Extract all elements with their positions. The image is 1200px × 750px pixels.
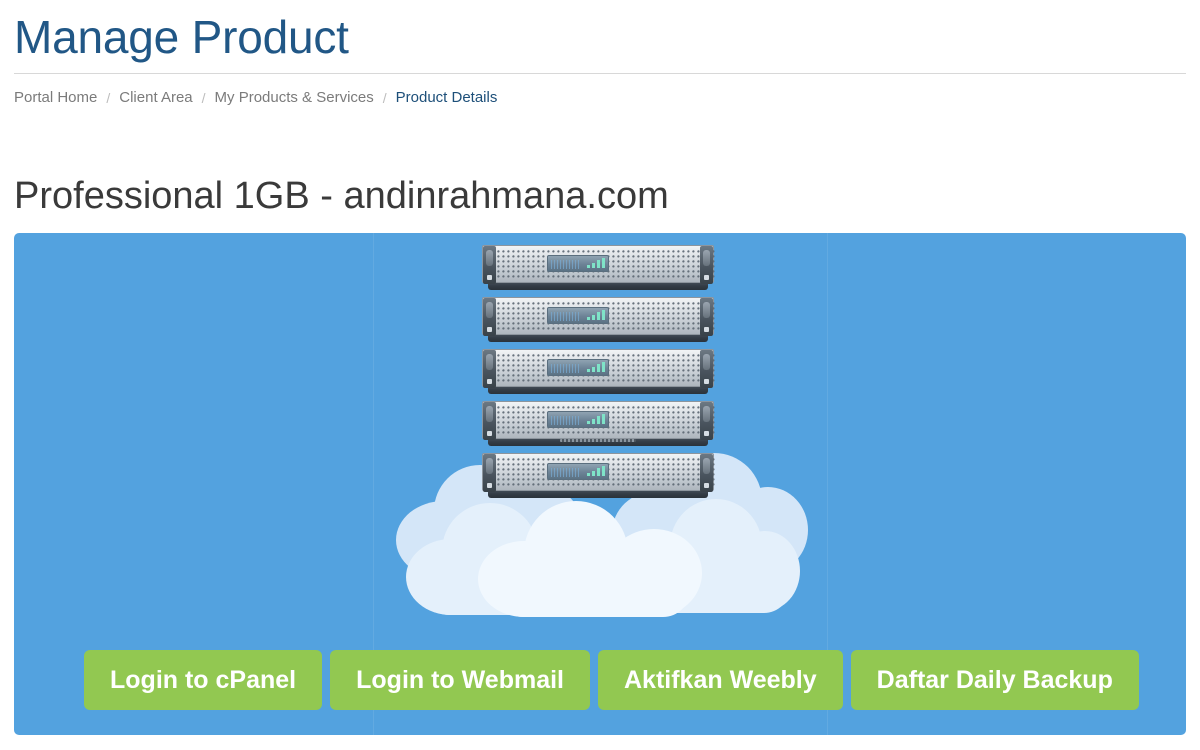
server-waveform-icon (551, 364, 579, 373)
login-to-webmail-button[interactable]: Login to Webmail (330, 650, 590, 710)
server-stack (474, 245, 722, 505)
server-status-display (547, 307, 609, 324)
server-status-display (547, 359, 609, 376)
server-unit (474, 453, 722, 499)
cloud-server-illustration (396, 245, 808, 620)
server-handle-left-icon (483, 298, 496, 336)
server-handle-left-icon (483, 350, 496, 388)
cloud-front-center-icon (478, 495, 702, 617)
server-handle-left-icon (483, 246, 496, 284)
login-to-cpanel-button[interactable]: Login to cPanel (84, 650, 323, 710)
server-chassis (482, 245, 717, 284)
server-status-display (547, 463, 609, 480)
server-unit (474, 349, 722, 395)
server-led-bars-icon (587, 309, 605, 320)
breadcrumb-item-portal-home[interactable]: Portal Home (14, 87, 97, 109)
server-status-display (547, 255, 609, 272)
server-chassis (482, 349, 717, 388)
breadcrumb-separator: / (106, 90, 111, 106)
breadcrumb-item-my-products-and-services[interactable]: My Products & Services (215, 87, 374, 109)
server-chassis (482, 401, 717, 440)
breadcrumb-separator: / (382, 90, 387, 106)
server-handle-right-icon (700, 298, 713, 336)
server-led-bars-icon (587, 413, 605, 424)
server-handle-right-icon (700, 454, 713, 492)
server-waveform-icon (551, 260, 579, 269)
manage-product-page: Manage Product Portal Home / Client Area… (0, 0, 1200, 750)
page-title: Manage Product (14, 11, 349, 63)
breadcrumb-item-product-details: Product Details (395, 89, 498, 106)
breadcrumb: Portal Home / Client Area / My Products … (14, 87, 497, 109)
product-hero-panel: Login to cPanel Login to Webmail Aktifka… (14, 233, 1186, 735)
server-chassis (482, 453, 717, 492)
server-waveform-icon (551, 312, 579, 321)
product-action-buttons: Login to cPanel Login to Webmail Aktifka… (84, 650, 1139, 710)
server-unit (474, 245, 722, 291)
header-divider (14, 73, 1186, 74)
server-led-bars-icon (587, 361, 605, 372)
server-led-bars-icon (587, 257, 605, 268)
server-led-bars-icon (587, 465, 605, 476)
breadcrumb-separator: / (201, 90, 206, 106)
server-status-display (547, 411, 609, 428)
breadcrumb-item-client-area[interactable]: Client Area (119, 87, 192, 109)
server-unit (474, 401, 722, 447)
aktifkan-weebly-button[interactable]: Aktifkan Weebly (598, 650, 843, 710)
daftar-daily-backup-button[interactable]: Daftar Daily Backup (850, 650, 1139, 710)
server-chassis (482, 297, 717, 336)
server-waveform-icon (551, 468, 579, 477)
server-handle-right-icon (700, 246, 713, 284)
server-handle-left-icon (483, 454, 496, 492)
server-handle-right-icon (700, 350, 713, 388)
server-unit (474, 297, 722, 343)
product-heading: Professional 1GB - andinrahmana.com (14, 175, 669, 217)
server-waveform-icon (551, 416, 579, 425)
server-handle-right-icon (700, 402, 713, 440)
server-indicator-strip (560, 439, 636, 442)
server-handle-left-icon (483, 402, 496, 440)
